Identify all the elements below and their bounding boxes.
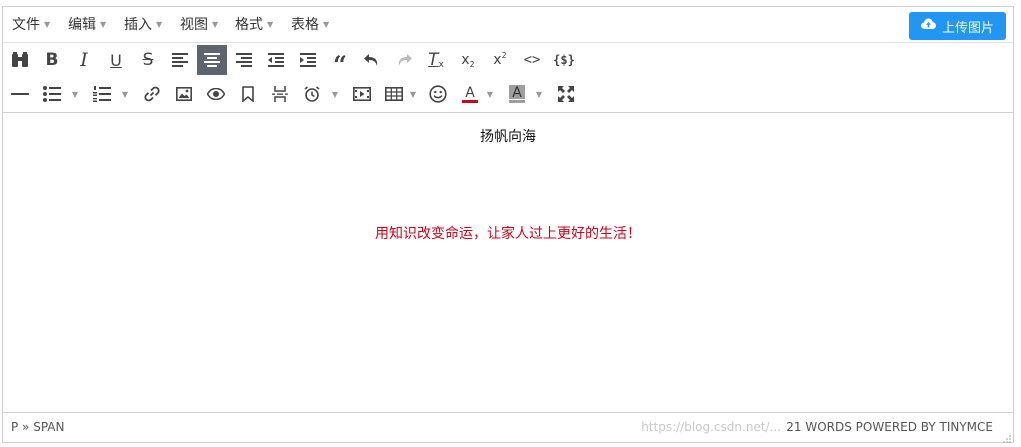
superscript-icon[interactable]: x2 — [485, 45, 515, 75]
chevron-down-icon[interactable]: ▼ — [484, 79, 496, 109]
bookmark-icon[interactable] — [233, 79, 263, 109]
media-icon[interactable] — [347, 79, 377, 109]
fullscreen-icon[interactable] — [551, 79, 581, 109]
align-right-icon[interactable] — [229, 45, 259, 75]
menu-file[interactable]: 文件 ▼ — [12, 7, 50, 42]
redo-icon[interactable] — [389, 45, 419, 75]
chevron-down-icon: ▼ — [212, 20, 219, 29]
tinymce-editor: 文件 ▼ 编辑 ▼ 插入 ▼ 视图 ▼ 格式 ▼ 表格 ▼ 上传图片 B I U S — [2, 6, 1014, 443]
bullet-list-icon[interactable] — [37, 79, 67, 109]
menu-view[interactable]: 视图 ▼ — [180, 7, 218, 42]
subscript-icon[interactable]: x2 — [453, 45, 483, 75]
indent-icon[interactable] — [293, 45, 323, 75]
element-path[interactable]: P » SPAN — [11, 413, 64, 442]
menu-insert[interactable]: 插入 ▼ — [124, 7, 162, 42]
content-red-text: 用知识改变命运，让家人过上更好的生活！ — [375, 226, 641, 242]
content-heading-text: 扬帆向海 — [480, 129, 536, 145]
toolbar-row-1: B I U S “ Tx x2 x2 <> {$} — [3, 44, 1013, 78]
clock-icon[interactable] — [297, 79, 327, 109]
underline-icon[interactable]: U — [101, 45, 131, 75]
table-icon[interactable] — [379, 79, 409, 109]
chevron-down-icon[interactable]: ▼ — [407, 79, 419, 109]
clear-format-icon[interactable]: Tx — [421, 45, 451, 75]
word-count: 21 WORDS POWERED BY TINYMCE — [786, 420, 993, 434]
watermark-text: https://blog.csdn.net/... — [641, 420, 781, 434]
horizontal-rule-icon[interactable] — [5, 79, 35, 109]
bold-icon[interactable]: B — [37, 45, 67, 75]
svg-text:A: A — [465, 85, 475, 101]
chevron-down-icon: ▼ — [156, 20, 163, 29]
menu-table[interactable]: 表格 ▼ — [291, 7, 329, 42]
blockquote-icon[interactable]: “ — [325, 45, 355, 76]
chevron-down-icon: ▼ — [267, 20, 274, 29]
upload-button-label: 上传图片 — [941, 20, 994, 36]
statusbar: P » SPAN https://blog.csdn.net/... 21 WO… — [3, 412, 1013, 443]
outdent-icon[interactable] — [261, 45, 291, 75]
editor-content-area[interactable]: 扬帆向海 用知识改变命运，让家人过上更好的生活！ — [3, 112, 1013, 412]
toolbar-row-2: ▼ ▼ ▼ ▼ A ▼ A ▼ — [3, 78, 1013, 112]
cloud-upload-icon — [920, 18, 936, 34]
chevron-down-icon: ▼ — [323, 20, 330, 29]
binoculars-icon[interactable] — [5, 45, 35, 75]
numbered-list-icon[interactable] — [87, 79, 117, 109]
chevron-down-icon: ▼ — [100, 20, 107, 29]
chevron-down-icon: ▼ — [44, 20, 51, 29]
upload-image-button[interactable]: 上传图片 — [909, 12, 1006, 40]
undo-icon[interactable] — [357, 45, 387, 75]
chevron-down-icon[interactable]: ▼ — [329, 79, 341, 109]
link-icon[interactable] — [137, 79, 167, 109]
chevron-down-icon[interactable]: ▼ — [119, 79, 131, 109]
resize-handle-icon[interactable] — [1003, 432, 1011, 443]
svg-text:A: A — [512, 85, 522, 101]
align-left-icon[interactable] — [165, 45, 195, 75]
menubar: 文件 ▼ 编辑 ▼ 插入 ▼ 视图 ▼ 格式 ▼ 表格 ▼ 上传图片 — [3, 7, 1013, 43]
strikethrough-icon[interactable]: S — [133, 45, 163, 75]
background-color-icon[interactable]: A — [502, 79, 532, 109]
page-break-icon[interactable] — [265, 79, 295, 109]
preview-icon[interactable] — [201, 79, 231, 109]
emoticons-icon[interactable] — [423, 79, 453, 109]
code-sample-icon[interactable]: {$} — [549, 45, 579, 75]
menu-format[interactable]: 格式 ▼ — [235, 7, 273, 42]
chevron-down-icon[interactable]: ▼ — [69, 79, 81, 109]
italic-icon[interactable]: I — [69, 45, 99, 75]
text-color-icon[interactable]: A — [455, 79, 485, 109]
image-icon[interactable] — [169, 79, 199, 109]
code-icon[interactable]: <> — [517, 45, 547, 75]
align-center-icon[interactable] — [197, 45, 227, 75]
menu-edit[interactable]: 编辑 ▼ — [68, 7, 106, 42]
chevron-down-icon[interactable]: ▼ — [533, 79, 545, 109]
